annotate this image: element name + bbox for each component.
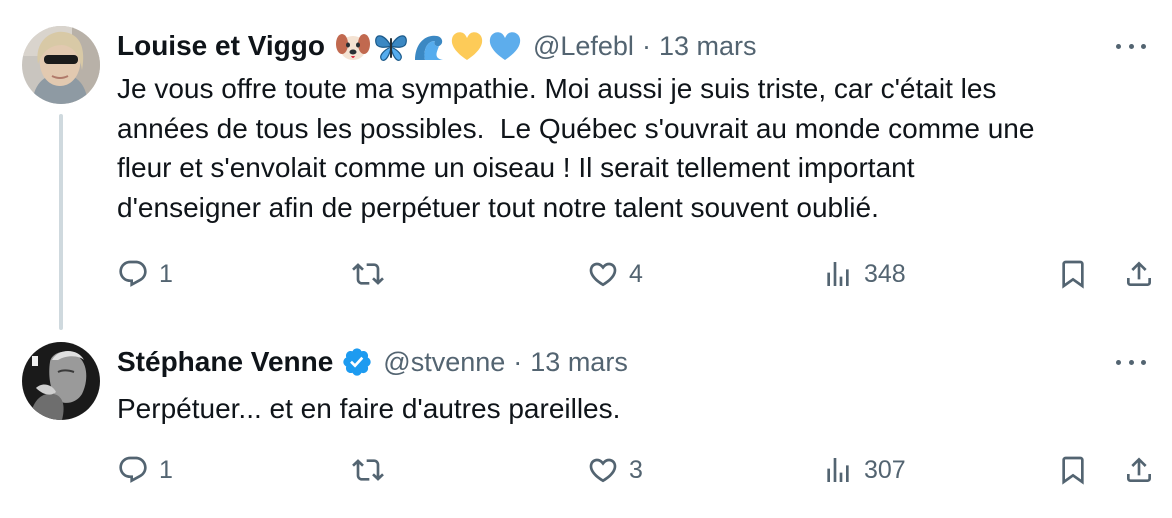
tweet-actions: 1 3 307	[117, 450, 1152, 490]
more-options-icon[interactable]	[1116, 36, 1146, 56]
like-button[interactable]: 4	[587, 254, 643, 294]
share-button[interactable]	[1123, 450, 1155, 490]
butterfly-emoji	[375, 35, 407, 61]
avatar-photo	[22, 26, 100, 104]
repost-button[interactable]	[352, 254, 394, 294]
tweet-header: Louise et Viggo @Lefebl · 13 mars	[117, 26, 1172, 66]
tweet[interactable]: Louise et Viggo @Lefebl · 13 mars Je vou…	[0, 0, 1172, 330]
views-count: 348	[864, 259, 906, 288]
repost-icon	[352, 459, 384, 481]
tweet-date[interactable]: 13 mars	[530, 347, 628, 378]
separator-dot: ·	[513, 346, 523, 377]
share-icon	[1127, 457, 1151, 482]
name-emojis	[335, 28, 523, 64]
views-button[interactable]: 307	[822, 450, 906, 490]
reply-thread: Louise et Viggo @Lefebl · 13 mars Je vou…	[0, 0, 1172, 518]
reply-count: 1	[159, 259, 173, 288]
heart-icon	[589, 458, 617, 483]
tweet[interactable]: Stéphane Venne @stvenne · 13 mars Perpét…	[0, 330, 1172, 518]
share-button[interactable]	[1123, 254, 1155, 294]
avatar[interactable]	[22, 26, 100, 104]
reply-button[interactable]: 1	[117, 254, 173, 294]
verified-badge-icon[interactable]	[341, 346, 373, 378]
avatar[interactable]	[22, 342, 100, 420]
like-button[interactable]: 3	[587, 450, 643, 490]
views-icon	[827, 262, 849, 286]
author-handle[interactable]: @stvenne	[383, 347, 505, 378]
author-handle[interactable]: @Lefebl	[533, 31, 634, 62]
views-icon	[827, 458, 849, 482]
bookmark-icon	[1062, 456, 1084, 485]
bookmark-button[interactable]	[1057, 254, 1089, 294]
dog-face-emoji	[335, 34, 370, 60]
views-count: 307	[864, 455, 906, 484]
repost-button[interactable]	[352, 450, 394, 490]
reply-count: 1	[159, 455, 173, 484]
bookmark-icon	[1062, 260, 1084, 289]
tweet-text: Perpétuer... et en faire d'autres pareil…	[117, 393, 621, 424]
views-button[interactable]: 348	[822, 254, 906, 294]
reply-icon	[119, 260, 147, 287]
tweet-date[interactable]: 13 mars	[659, 31, 757, 62]
avatar-photo	[22, 342, 100, 420]
separator-dot: ·	[641, 30, 651, 61]
yellow-heart-emoji	[451, 32, 483, 60]
thread-connector-line	[59, 114, 63, 330]
blue-heart-emoji	[489, 32, 521, 60]
wave-emoji	[412, 30, 445, 62]
like-count: 4	[629, 259, 643, 288]
share-icon	[1127, 261, 1151, 286]
reply-icon	[119, 456, 147, 483]
like-count: 3	[629, 455, 643, 484]
reply-button[interactable]: 1	[117, 450, 173, 490]
author-name[interactable]: Louise et Viggo	[117, 30, 325, 62]
tweet-header: Stéphane Venne @stvenne · 13 mars	[117, 342, 1172, 382]
bookmark-button[interactable]	[1057, 450, 1089, 490]
repost-icon	[352, 263, 384, 285]
more-options-icon[interactable]	[1116, 352, 1146, 372]
author-name[interactable]: Stéphane Venne	[117, 346, 333, 378]
tweet-actions: 1 4 348	[117, 254, 1152, 294]
heart-icon	[589, 262, 617, 287]
tweet-text: Je vous offre toute ma sympathie. Moi au…	[117, 73, 1035, 223]
